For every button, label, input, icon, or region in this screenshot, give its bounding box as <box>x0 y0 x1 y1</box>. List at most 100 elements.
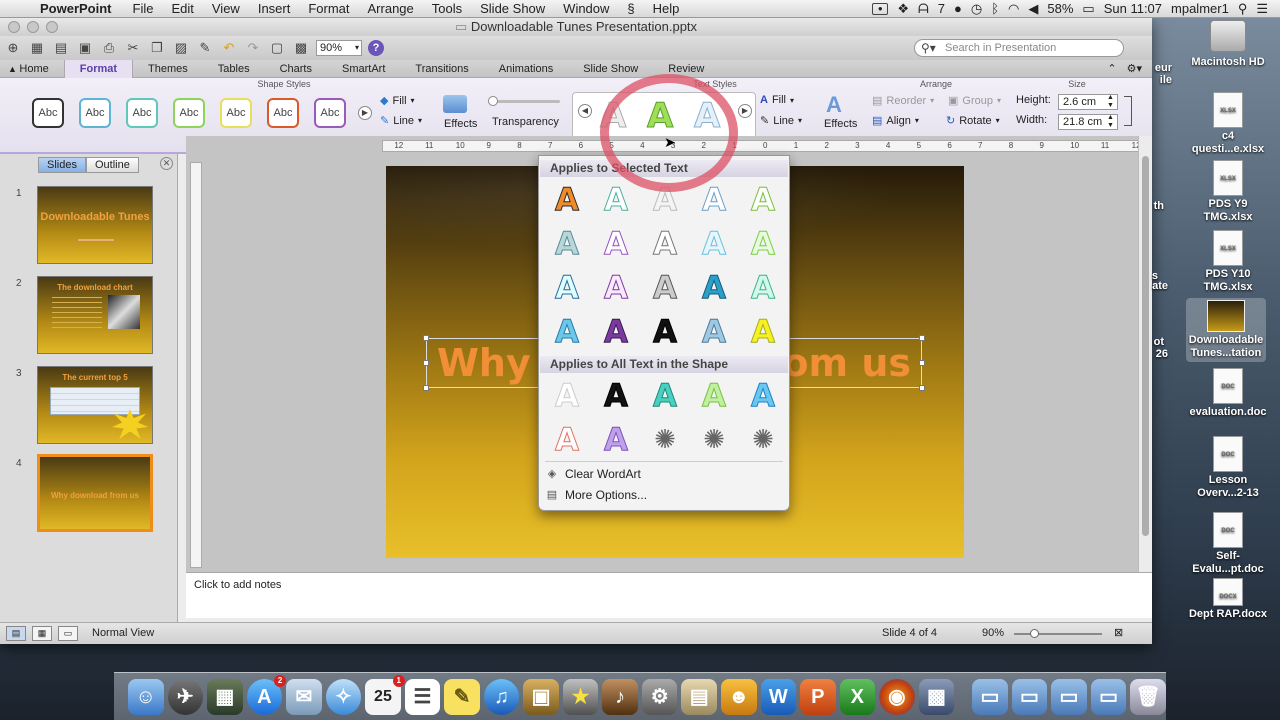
folder-dock-icon[interactable]: ▭ <box>1090 678 1127 715</box>
tab-transitions[interactable]: Transitions <box>400 60 483 78</box>
wordart-swatch[interactable]: A <box>694 376 734 416</box>
wordart-swatch[interactable]: A <box>645 224 685 264</box>
lock-aspect-icon[interactable] <box>1124 96 1132 126</box>
tab-smartart[interactable]: SmartArt <box>327 60 400 78</box>
powerpoint-dock-icon[interactable]: P <box>800 678 836 715</box>
desktop-icon-pds-y9[interactable]: XLSX PDS Y9 TMG.xlsx <box>1188 160 1268 224</box>
close-window-button[interactable] <box>8 21 20 33</box>
align-button[interactable]: ▤ Align ▾ <box>872 114 919 128</box>
horizontal-ruler[interactable]: 12 11 10 9 8 7 6 5 4 3 2 1 0 1 2 3 4 5 6 7 8 9 10 11 12 <box>382 140 1150 152</box>
cut-icon[interactable]: ✂ <box>124 40 142 56</box>
wordart-swatch[interactable]: A <box>547 376 587 416</box>
wordart-swatch[interactable]: A <box>596 180 636 220</box>
tab-home[interactable]: ▲ Home <box>0 60 64 78</box>
slide-thumbnail-3[interactable]: The current top 5 <box>37 366 153 444</box>
calendar-dock-icon[interactable]: 25 1 <box>365 674 405 715</box>
menu-file[interactable]: File <box>124 1 163 16</box>
wordart-swatch[interactable]: A <box>596 268 636 308</box>
menu-window[interactable]: Window <box>554 1 618 16</box>
paste-icon[interactable]: ▨ <box>172 40 190 56</box>
format-painter-icon[interactable]: ✎ <box>196 40 214 56</box>
iphoto-dock-icon[interactable]: ▣ <box>523 678 559 715</box>
system-preferences-dock-icon[interactable]: ⚙ <box>641 678 678 715</box>
shape-style-2[interactable]: Abc <box>79 98 111 128</box>
garageband-dock-icon[interactable]: ♪ <box>602 678 638 715</box>
shape-style-4[interactable]: Abc <box>173 98 205 128</box>
notification-list-icon[interactable]: ☰ <box>1256 1 1268 17</box>
resize-handle[interactable] <box>423 385 429 391</box>
insert-picture-icon[interactable]: ▢ <box>268 40 286 56</box>
effects-shape-icon[interactable] <box>443 95 467 113</box>
app-store-dock-icon[interactable]: A2 <box>246 674 287 715</box>
spotlight-icon[interactable]: ⚲ <box>1238 1 1248 17</box>
wordart-swatch[interactable]: A <box>743 376 783 416</box>
clear-wordart-item[interactable]: ◈ Clear WordArt <box>545 464 785 484</box>
wordart-swatch[interactable]: A <box>596 420 636 460</box>
menu-format[interactable]: Format <box>299 1 358 16</box>
menu-tools[interactable]: Tools <box>423 1 471 16</box>
width-stepper[interactable]: ▲ ▼ <box>1107 114 1114 130</box>
wordart-swatch[interactable]: A <box>547 268 587 308</box>
desktop-icon-pds-y10[interactable]: XLSX PDS Y10 TMG.xlsx <box>1188 230 1268 294</box>
slide-thumbnail-1[interactable]: Downloadable Tunes <box>37 186 153 264</box>
wordart-swatch[interactable]: A <box>596 224 636 264</box>
launchpad-dock-icon[interactable]: ✈ <box>167 678 204 715</box>
shape-style-7[interactable]: Abc <box>314 98 346 128</box>
reminders-dock-icon[interactable]: ☰ <box>404 678 441 715</box>
script-menu-icon[interactable]: § <box>618 1 643 16</box>
wordart-swatch[interactable]: A <box>596 312 636 352</box>
text-effects-icon[interactable]: A <box>826 92 842 118</box>
fit-to-window-icon[interactable]: ⊠ <box>1114 626 1123 639</box>
text-line-button[interactable]: ✎ Line ▾ <box>760 114 802 128</box>
reorder-button[interactable]: ▤ Reorder ▾ <box>872 94 934 108</box>
scratch-dock-icon[interactable]: ☻ <box>720 678 757 715</box>
tab-animations[interactable]: Animations <box>484 60 568 78</box>
height-stepper[interactable]: ▲ ▼ <box>1107 94 1114 110</box>
search-input[interactable]: ⚲▾ Search in Presentation <box>914 39 1124 57</box>
notes-pane[interactable]: Click to add notes <box>186 572 1152 618</box>
redo-icon[interactable]: ↷ <box>244 40 262 56</box>
slide-show-view-icon[interactable]: ▭ <box>58 626 78 641</box>
desktop-icon-c4-xlsx[interactable]: XLSX c4 questi...e.xlsx <box>1188 92 1268 156</box>
tab-slides[interactable]: Slides <box>38 157 86 173</box>
undo-icon[interactable]: ↶ <box>220 40 238 56</box>
excel-dock-icon[interactable]: X <box>839 678 876 715</box>
transparency-slider[interactable] <box>488 96 560 106</box>
save-icon[interactable]: ▣ <box>76 40 94 56</box>
clock[interactable]: Sun 11:07 <box>1104 1 1162 16</box>
zoom-slider[interactable] <box>1014 629 1102 638</box>
text-fill-button[interactable]: A Fill ▾ <box>760 94 794 106</box>
bluetooth-icon[interactable]: ᛒ <box>991 1 999 16</box>
desktop-icon-lesson-overview[interactable]: DOC Lesson Overv...2-13 <box>1188 436 1268 500</box>
wordart-swatch[interactable]: A <box>694 268 734 308</box>
wordart-swatch[interactable]: A <box>743 180 783 220</box>
templates-icon[interactable]: ▦ <box>28 40 46 56</box>
shape-fill-button[interactable]: ◆ Fill ▾ <box>380 94 415 108</box>
mail-dock-icon[interactable]: ✉ <box>286 678 322 715</box>
resize-handle[interactable] <box>919 360 925 366</box>
user-name[interactable]: mpalmer1 <box>1171 1 1229 16</box>
shape-effects-button[interactable]: Effects <box>444 118 477 130</box>
screen-record-icon[interactable]: ● <box>872 2 889 15</box>
menu-view[interactable]: View <box>203 1 249 16</box>
copy-icon[interactable]: ❐ <box>148 40 166 56</box>
wordart-swatch[interactable]: A <box>694 180 734 220</box>
resize-handle[interactable] <box>919 385 925 391</box>
menu-edit[interactable]: Edit <box>162 1 202 16</box>
loading-spinner-icon[interactable]: ✺ <box>694 420 734 460</box>
desktop-icon-self-evaluation[interactable]: DOC Self-Evalu...pt.doc <box>1188 512 1268 576</box>
word-dock-icon[interactable]: W <box>760 678 797 715</box>
new-icon[interactable]: ⊕ <box>4 40 22 56</box>
shape-style-6[interactable]: Abc <box>267 98 299 128</box>
wordart-swatch[interactable]: A <box>547 224 587 264</box>
documents-folder-dock-icon[interactable]: ▭ <box>1011 678 1048 715</box>
battery-percent[interactable]: 58% <box>1047 1 1073 16</box>
zoom-window-button[interactable] <box>46 21 58 33</box>
shape-line-button[interactable]: ✎ Line ▾ <box>380 114 422 128</box>
shape-style-1[interactable]: Abc <box>32 98 64 128</box>
stickies-dock-icon[interactable]: ✎ <box>444 678 480 715</box>
imovie-dock-icon[interactable]: ★ <box>562 678 599 715</box>
menu-slide-show[interactable]: Slide Show <box>471 1 554 16</box>
status-dot-icon[interactable]: ● <box>954 1 962 16</box>
menu-help[interactable]: Help <box>644 1 689 16</box>
